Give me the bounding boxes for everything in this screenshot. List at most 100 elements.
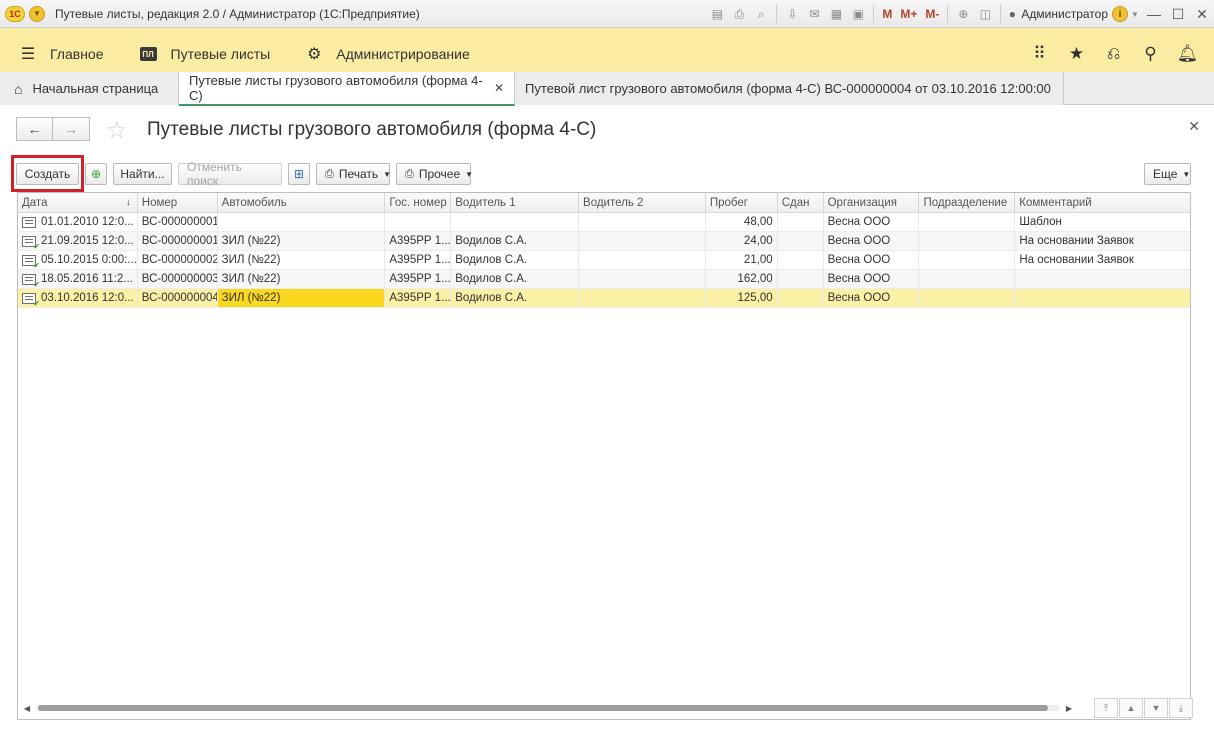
zoom-icon[interactable]: ⊕	[952, 3, 974, 25]
maximize-button[interactable]: ☐	[1166, 3, 1190, 25]
sections-panel: ☰ Главное ПЛ Путевые листы ⚙ Администрир…	[0, 36, 1214, 72]
close-window-button[interactable]: ✕	[1190, 3, 1214, 25]
cell-driver1: Водилов С.А.	[451, 270, 580, 288]
cell-car-current[interactable]: ЗИЛ (№22)	[217, 289, 386, 307]
structure-icon[interactable]: ⊞	[288, 163, 310, 185]
cell-organization: Весна ООО	[824, 270, 920, 288]
scroll-left-icon[interactable]: ◀	[18, 704, 36, 713]
col-handed[interactable]: Сдан	[778, 193, 824, 212]
col-mileage[interactable]: Пробег	[706, 193, 778, 212]
chevron-down-icon: ▼	[465, 169, 474, 179]
cell-mileage: 125,00	[706, 289, 778, 307]
memory-minus-button[interactable]: M-	[921, 3, 943, 25]
memory-plus-button[interactable]: M+	[896, 3, 921, 25]
col-number[interactable]: Номер	[138, 193, 218, 212]
section-admin[interactable]: ⚙ Администрирование	[286, 36, 486, 72]
other-label: Прочее	[418, 167, 461, 181]
info-icon[interactable]: i	[1112, 6, 1128, 22]
cell-organization: Весна ООО	[824, 289, 920, 307]
notifications-bell-icon[interactable]: 🔔︎	[1169, 44, 1206, 64]
email-icon[interactable]: ✉	[803, 3, 825, 25]
forward-button[interactable]: →	[53, 117, 90, 141]
main-menu-dropdown-icon[interactable]: ▼	[29, 5, 45, 22]
cancel-search-button[interactable]: Отменить поиск	[178, 160, 282, 188]
go-to-last-icon[interactable]: ⤓	[1169, 698, 1193, 718]
cell-department	[919, 232, 1016, 250]
cell-number: ВС-000000001	[138, 232, 218, 250]
save-link-icon[interactable]: ⇩	[781, 3, 803, 25]
favorite-star-icon[interactable]: ☆	[106, 116, 128, 145]
search-icon[interactable]: ⚲	[1132, 44, 1169, 64]
tab-waybill-list[interactable]: Путевые листы грузового автомобиля (форм…	[179, 72, 515, 106]
cell-date: 03.10.2016 12:0...	[18, 289, 138, 307]
print-icon[interactable]: ⎙	[728, 3, 750, 25]
tab-home[interactable]: ⌂ Начальная страница	[0, 72, 179, 105]
divider	[873, 5, 875, 23]
col-car[interactable]: Автомобиль	[218, 193, 386, 212]
favorites-star-icon[interactable]: ★	[1058, 44, 1095, 64]
section-main[interactable]: ☰ Главное	[0, 36, 120, 72]
minimize-button[interactable]: —	[1142, 3, 1166, 25]
chevron-down-icon[interactable]: ▼	[1128, 3, 1142, 25]
calculator-icon[interactable]: ▦	[825, 3, 847, 25]
page-down-icon[interactable]: ▼	[1144, 698, 1168, 718]
save-icon[interactable]: ▤	[706, 3, 728, 25]
back-button[interactable]: ←	[16, 117, 53, 141]
waybills-table: Дата ↓ Номер Автомобиль Гос. номер Водите…	[17, 192, 1191, 720]
preview-icon[interactable]: ⌕	[750, 3, 772, 25]
col-comment[interactable]: Комментарий	[1015, 193, 1190, 212]
cell-car: ЗИЛ (№22)	[218, 270, 386, 288]
col-driver2[interactable]: Водитель 2	[579, 193, 706, 212]
cell-driver1: Водилов С.А.	[451, 251, 580, 269]
copy-create-icon[interactable]: ⊕	[85, 163, 107, 185]
col-date[interactable]: Дата ↓	[18, 193, 138, 212]
scroll-thumb[interactable]	[38, 705, 1048, 711]
print-button[interactable]: ⎙ Печать ▼	[316, 163, 391, 185]
col-department[interactable]: Подразделение	[919, 193, 1016, 212]
menu-icon: ☰	[20, 46, 36, 63]
col-driver1[interactable]: Водитель 1	[451, 193, 580, 212]
sort-desc-icon: ↓	[125, 197, 131, 208]
scroll-track[interactable]	[36, 705, 1060, 711]
horizontal-scrollbar[interactable]: ◀ ▶	[18, 698, 1078, 718]
print-label: Печать	[338, 167, 379, 181]
col-organization[interactable]: Организация	[824, 193, 920, 212]
table-row[interactable]: 21.09.2015 12:0... ВС-000000001 ЗИЛ (№22…	[18, 232, 1190, 251]
window-title: Путевые листы, редакция 2.0 / Администра…	[55, 6, 420, 21]
other-button[interactable]: ⎙ Прочее ▼	[396, 163, 474, 185]
chevron-down-icon: ▼	[1182, 169, 1191, 179]
all-functions-icon[interactable]: ⠿	[1021, 44, 1058, 64]
cell-handed	[778, 251, 824, 269]
panel-toggle-icon[interactable]: ◫	[974, 3, 996, 25]
history-icon[interactable]: ⎌	[1095, 44, 1132, 64]
more-button[interactable]: Еще ▼	[1144, 163, 1191, 185]
calendar-icon[interactable]: ▣	[847, 3, 869, 25]
cell-driver1: Водилов С.А.	[451, 289, 580, 307]
posted-document-icon	[22, 235, 40, 250]
table-row[interactable]: 05.10.2015 0:00:... ВС-000000002 ЗИЛ (№2…	[18, 251, 1190, 270]
col-plate[interactable]: Гос. номер	[385, 193, 452, 212]
section-main-label: Главное	[50, 46, 104, 62]
tab-waybill-document[interactable]: Путевой лист грузового автомобиля (форма…	[515, 72, 1064, 105]
cell-date: 18.05.2016 11:2...	[18, 270, 138, 288]
pl-icon: ПЛ	[139, 47, 157, 61]
memory-m-button[interactable]: M	[878, 3, 896, 25]
close-form-icon[interactable]: ✕	[1188, 118, 1200, 135]
find-button[interactable]: Найти...	[113, 163, 172, 185]
cell-plate	[385, 213, 452, 231]
table-row-selected[interactable]: 03.10.2016 12:0... ВС-000000004 ЗИЛ (№22…	[18, 289, 1190, 308]
close-tab-icon[interactable]: ✕	[494, 81, 504, 95]
cell-driver2	[579, 251, 706, 269]
cell-handed	[778, 270, 824, 288]
go-to-first-icon[interactable]: ⤒	[1094, 698, 1118, 718]
table-row[interactable]: 18.05.2016 11:2... ВС-000000003 ЗИЛ (№22…	[18, 270, 1190, 289]
cell-number: ВС-000000002	[138, 251, 218, 269]
posted-document-icon	[22, 273, 40, 288]
history-navigation: ← →	[16, 117, 90, 141]
page-up-icon[interactable]: ▲	[1119, 698, 1143, 718]
1c-logo-icon[interactable]: 1С	[5, 5, 25, 22]
section-waybills[interactable]: ПЛ Путевые листы	[120, 36, 287, 72]
scroll-right-icon[interactable]: ▶	[1060, 704, 1078, 713]
user-name[interactable]: Администратор	[1021, 7, 1108, 21]
table-row[interactable]: 01.01.2010 12:0... ВС-000000001 48,00 Ве…	[18, 213, 1190, 232]
